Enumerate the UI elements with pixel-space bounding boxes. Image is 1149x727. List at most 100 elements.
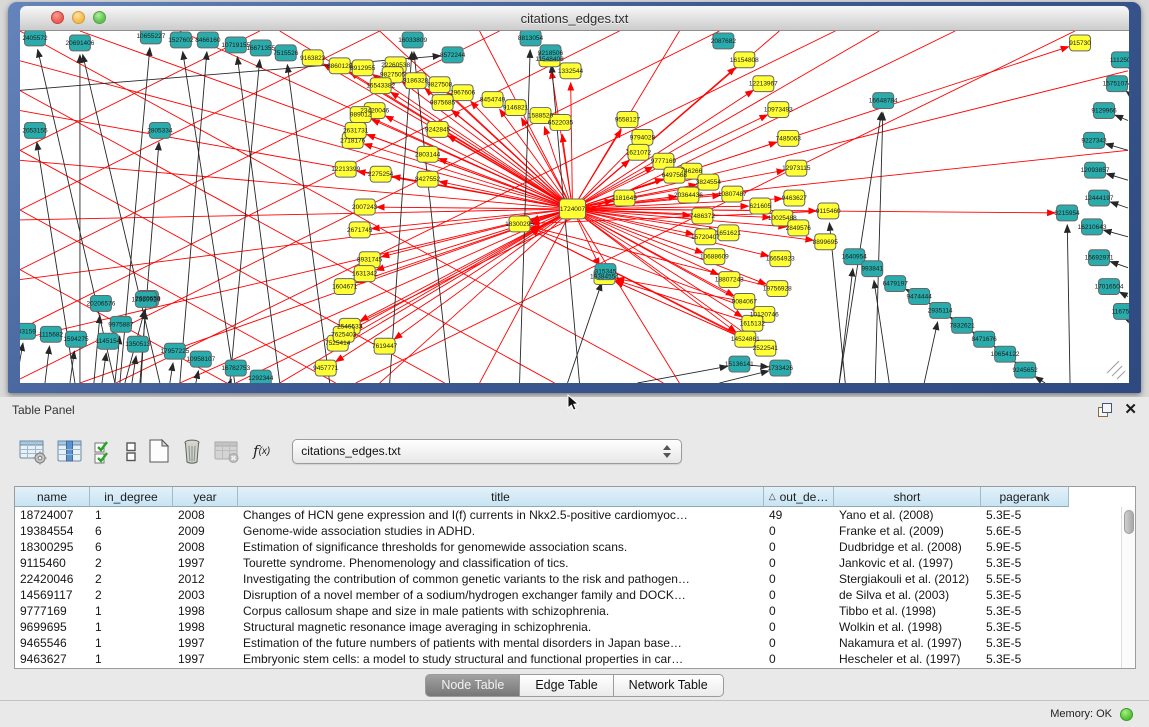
table-cell[interactable]: 1: [90, 619, 173, 635]
table-cell[interactable]: 9465546: [15, 635, 90, 651]
close-panel-icon[interactable]: ✕: [1124, 403, 1137, 417]
table-cell[interactable]: 2: [90, 571, 173, 587]
table-cell[interactable]: 0: [764, 539, 834, 555]
tab-network-table[interactable]: Network Table: [614, 674, 724, 697]
table-cell[interactable]: 5.3E-5: [981, 555, 1069, 571]
delete-table-icon[interactable]: [212, 438, 240, 465]
table-cell[interactable]: 2009: [173, 523, 238, 539]
table-row[interactable]: 1938455462009Genome-wide association stu…: [15, 523, 1135, 539]
table-cell[interactable]: 0: [764, 619, 834, 635]
new-column-icon[interactable]: [146, 437, 172, 465]
column-header-title[interactable]: title: [238, 487, 764, 507]
table-cell[interactable]: 6: [90, 523, 173, 539]
table-mode-icon[interactable]: [18, 438, 48, 465]
table-cell[interactable]: 1: [90, 603, 173, 619]
table-cell[interactable]: 1: [90, 651, 173, 667]
column-header-pagerank[interactable]: pagerank: [981, 487, 1069, 507]
table-row[interactable]: 2242004622012Investigating the contribut…: [15, 571, 1135, 587]
minimize-window-button[interactable]: [72, 11, 85, 24]
table-cell[interactable]: Investigating the contribution of common…: [238, 571, 764, 587]
table-cell[interactable]: 1997: [173, 555, 238, 571]
table-cell[interactable]: Franke et al. (2009): [834, 523, 981, 539]
table-row[interactable]: 946554611997Estimation of the future num…: [15, 635, 1135, 651]
table-cell[interactable]: 22420046: [15, 571, 90, 587]
table-cell[interactable]: 9115460: [15, 555, 90, 571]
table-cell[interactable]: Changes of HCN gene expression and I(f) …: [238, 507, 764, 523]
table-cell[interactable]: 18724007: [15, 507, 90, 523]
table-cell[interactable]: 1998: [173, 619, 238, 635]
column-header-short[interactable]: short: [834, 487, 981, 507]
table-cell[interactable]: 0: [764, 651, 834, 667]
float-panel-icon[interactable]: [1098, 403, 1112, 417]
network-canvas[interactable]: 1724007916382288601288912955222605389827…: [20, 31, 1129, 383]
table-cell[interactable]: 5.3E-5: [981, 603, 1069, 619]
table-row[interactable]: 1872400712008Changes of HCN gene express…: [15, 507, 1135, 523]
table-cell[interactable]: 1997: [173, 635, 238, 651]
table-cell[interactable]: Embryonic stem cells: a model to study s…: [238, 651, 764, 667]
network-window-titlebar[interactable]: citations_edges.txt: [20, 6, 1129, 31]
table-row[interactable]: 946362711997Embryonic stem cells: a mode…: [15, 651, 1135, 667]
tab-node-table[interactable]: Node Table: [425, 674, 520, 697]
table-cell[interactable]: Stergiakouli et al. (2012): [834, 571, 981, 587]
scrollbar-thumb[interactable]: [1124, 510, 1134, 534]
table-cell[interactable]: Tibbo et al. (1998): [834, 603, 981, 619]
table-cell[interactable]: Nakamura et al. (1997): [834, 635, 981, 651]
show-columns-icon[interactable]: [55, 438, 85, 465]
table-cell[interactable]: 2012: [173, 571, 238, 587]
table-cell[interactable]: Structural magnetic resonance image aver…: [238, 619, 764, 635]
table-cell[interactable]: 0: [764, 523, 834, 539]
table-cell[interactable]: 1: [90, 635, 173, 651]
tab-edge-table[interactable]: Edge Table: [520, 674, 613, 697]
table-row[interactable]: 1456911722003Disruption of a novel membe…: [15, 587, 1135, 603]
table-cell[interactable]: 19384554: [15, 523, 90, 539]
table-cell[interactable]: 1: [90, 507, 173, 523]
table-row[interactable]: 911546021997Tourette syndrome. Phenomeno…: [15, 555, 1135, 571]
row-pair-icon[interactable]: [123, 438, 139, 465]
table-cell[interactable]: 5.5E-5: [981, 571, 1069, 587]
column-header-year[interactable]: year: [173, 487, 238, 507]
table-cell[interactable]: 0: [764, 603, 834, 619]
table-cell[interactable]: 5.3E-5: [981, 587, 1069, 603]
table-cell[interactable]: 6: [90, 539, 173, 555]
table-cell[interactable]: 5.3E-5: [981, 619, 1069, 635]
table-cell[interactable]: 5.6E-5: [981, 523, 1069, 539]
table-cell[interactable]: Yano et al. (2008): [834, 507, 981, 523]
table-cell[interactable]: 2008: [173, 539, 238, 555]
table-cell[interactable]: 2008: [173, 507, 238, 523]
zoom-window-button[interactable]: [93, 11, 106, 24]
table-cell[interactable]: Genome-wide association studies in ADHD.: [238, 523, 764, 539]
table-cell[interactable]: 1997: [173, 651, 238, 667]
table-cell[interactable]: 5.3E-5: [981, 651, 1069, 667]
table-cell[interactable]: 49: [764, 507, 834, 523]
column-header-in_degree[interactable]: in_degree: [90, 487, 173, 507]
table-cell[interactable]: 0: [764, 555, 834, 571]
table-cell[interactable]: 14569117: [15, 587, 90, 603]
table-cell[interactable]: Corpus callosum shape and size in male p…: [238, 603, 764, 619]
table-cell[interactable]: 2: [90, 587, 173, 603]
table-cell[interactable]: 2003: [173, 587, 238, 603]
table-cell[interactable]: 1998: [173, 603, 238, 619]
delete-column-icon[interactable]: [179, 437, 205, 465]
table-cell[interactable]: 5.9E-5: [981, 539, 1069, 555]
table-cell[interactable]: Tourette syndrome. Phenomenology and cla…: [238, 555, 764, 571]
table-row[interactable]: 1830029562008Estimation of significance …: [15, 539, 1135, 555]
table-cell[interactable]: 9699695: [15, 619, 90, 635]
table-row[interactable]: 969969511998Structural magnetic resonanc…: [15, 619, 1135, 635]
table-cell[interactable]: 2: [90, 555, 173, 571]
table-cell[interactable]: Hescheler et al. (1997): [834, 651, 981, 667]
table-cell[interactable]: 0: [764, 587, 834, 603]
function-builder-icon[interactable]: f(x): [253, 442, 270, 460]
resize-grip-icon[interactable]: [1117, 371, 1125, 379]
table-cell[interactable]: de Silva et al. (2003): [834, 587, 981, 603]
column-header-out_de[interactable]: △out_de…: [764, 487, 834, 507]
table-cell[interactable]: Estimation of the future numbers of pati…: [238, 635, 764, 651]
table-cell[interactable]: Jankovic et al. (1997): [834, 555, 981, 571]
table-cell[interactable]: 18300295: [15, 539, 90, 555]
close-window-button[interactable]: [51, 11, 64, 24]
vertical-scrollbar[interactable]: [1121, 507, 1135, 668]
table-cell[interactable]: Dudbridge et al. (2008): [834, 539, 981, 555]
table-cell[interactable]: 5.3E-5: [981, 507, 1069, 523]
network-table-select[interactable]: citations_edges.txt: [292, 439, 682, 464]
table-row[interactable]: 977716911998Corpus callosum shape and si…: [15, 603, 1135, 619]
table-cell[interactable]: Wolkin et al. (1998): [834, 619, 981, 635]
